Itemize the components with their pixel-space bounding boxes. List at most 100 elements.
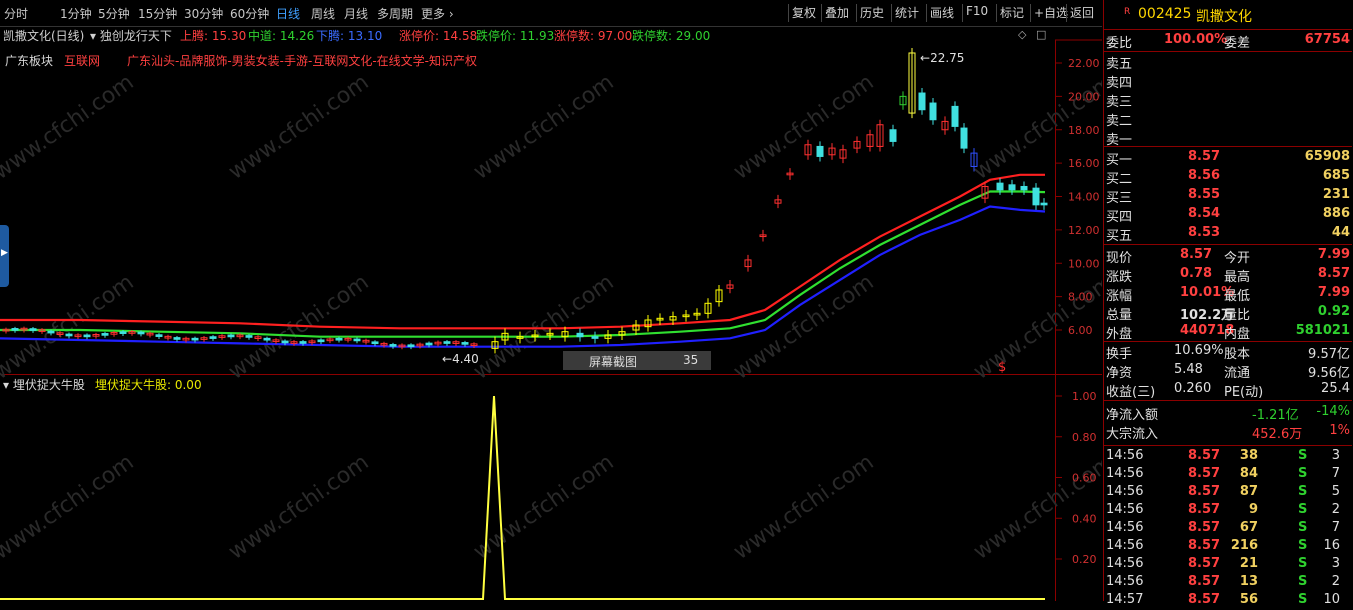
watermark-text: www.cfchi.com [729,450,878,565]
weibi-label: 委比 [1106,36,1133,51]
stat-value: 7.99 [1317,285,1350,300]
stat-label: 量比 [1224,308,1251,323]
sell-label: 卖三 [1106,95,1133,110]
stock-code: 002425 [1138,6,1192,22]
stat-label: 外盘 [1106,327,1133,342]
candle-body [425,342,433,346]
tick-row: 14:56 8.57 9 S 2 [1104,502,1350,520]
y-tick-label: 8.00 [1068,291,1093,304]
fundamental-row: 收益(三) 0.260 PE(动) 25.4 [1104,381,1350,400]
tick-time: 14:56 [1106,448,1144,463]
candle-body [227,334,235,338]
tick-price: 8.57 [1188,538,1221,553]
tick-price: 8.57 [1188,556,1221,571]
stat-row: 总量 102.2万 量比 0.92 [1104,304,1350,323]
fund-value: 0.260 [1174,381,1212,396]
buy-level-row: 买一 8.57 65908 [1104,149,1350,168]
dollar-signal: $ [998,360,1007,375]
dropdown-icon: ▾ [3,378,13,392]
tick-time: 14:56 [1106,466,1144,481]
tick-volume: 84 [1239,466,1258,481]
flow-label: 净流入额 [1106,408,1159,423]
weicha-label: 委差 [1224,36,1251,51]
candle-body [576,332,584,338]
tick-volume: 21 [1239,556,1258,571]
buy-price: 8.54 [1188,206,1221,221]
buy-volume: 886 [1322,206,1350,221]
buy-volume: 44 [1331,225,1350,240]
sell-level-row: 卖四 [1104,72,1350,91]
money-flow-row: 净流入额 -1.21亿 -14% [1104,404,1350,423]
watermark-text: www.cfchi.com [469,450,618,565]
sub-y-tick-label: 0.60 [1072,472,1097,485]
candle-body [996,182,1004,191]
tick-row: 14:56 8.57 21 S 3 [1104,556,1350,574]
buy-level-row: 买四 8.54 886 [1104,206,1350,225]
fund-label: 净资 [1106,366,1133,381]
low-price-mark: ←4.40 [442,352,479,366]
tick-time: 14:56 [1106,574,1144,589]
tick-side: S [1298,520,1308,535]
buy-level-row: 买五 8.53 44 [1104,225,1350,244]
stat-label: 内盘 [1224,327,1251,342]
weicha-value: 67754 [1304,32,1350,47]
tick-volume: 87 [1239,484,1258,499]
watermark-text: www.cfchi.com [469,70,618,185]
tick-side: S [1298,538,1308,553]
fundamental-row: 换手 10.69% 股本 9.57亿 [1104,343,1350,362]
y-tick-label: 10.00 [1068,257,1100,270]
tick-price: 8.57 [1188,574,1221,589]
y-tick-label: 16.00 [1068,157,1100,170]
tick-row: 14:56 8.57 216 S 16 [1104,538,1350,556]
tick-volume: 56 [1239,592,1258,607]
watermark-text: www.cfchi.com [969,450,1102,565]
tick-price: 8.57 [1188,520,1221,535]
stock-name: 凯撒文化 [1196,9,1252,25]
sell-level-row: 卖五 [1104,53,1350,72]
tick-time: 14:56 [1106,556,1144,571]
flow-label: 大宗流入 [1106,427,1159,442]
stock-header: R 002425 凯撒文化 [1104,6,1350,25]
tick-row: 14:56 8.57 13 S 2 [1104,574,1350,592]
stat-row: 现价 8.57 今开 7.99 [1104,247,1350,266]
tick-count: 10 [1323,592,1340,607]
watermark-text: www.cfchi.com [729,270,878,385]
tick-side: S [1298,466,1308,481]
tick-price: 8.57 [1188,466,1221,481]
candle-body [47,330,55,334]
tick-volume: 67 [1239,520,1258,535]
candle-body [119,331,127,334]
buy-price: 8.57 [1188,149,1221,164]
y-tick-label: 18.00 [1068,124,1100,137]
candle-body [918,92,926,111]
stat-label: 今开 [1224,251,1251,266]
buy-label: 买二 [1106,172,1133,187]
weibi-value: 100.00% [1164,32,1228,47]
candle-body [173,337,181,340]
stat-value: 581021 [1295,323,1350,338]
buy-label: 买五 [1106,229,1133,244]
tick-time: 14:56 [1106,502,1144,517]
screenshot-toolbar[interactable]: 屏幕截图 35 [563,351,711,370]
buy-volume: 685 [1322,168,1350,183]
buy-label: 买三 [1106,191,1133,206]
buy-label: 买四 [1106,210,1133,225]
candle-body [443,341,451,344]
candle-body [101,333,109,336]
candle-body [299,341,307,344]
candle-body [155,334,163,337]
stat-row: 涨跌 0.78 最高 8.57 [1104,266,1350,285]
y-tick-label: 20.00 [1068,90,1100,103]
candle-body [11,328,19,331]
candle-body [591,336,599,339]
sub-indicator-name[interactable]: ▾ 埋伏捉大牛股 [3,376,85,393]
sell-label: 卖五 [1106,57,1133,72]
sell-level-row: 卖三 [1104,91,1350,110]
tick-side: S [1298,574,1308,589]
candle-body [353,338,361,342]
candle-body [951,105,959,127]
low-mark-value: 4.40 [452,352,479,366]
y-tick-label: 6.00 [1068,324,1093,337]
candle-body [263,337,271,341]
candle-body [1032,187,1040,206]
